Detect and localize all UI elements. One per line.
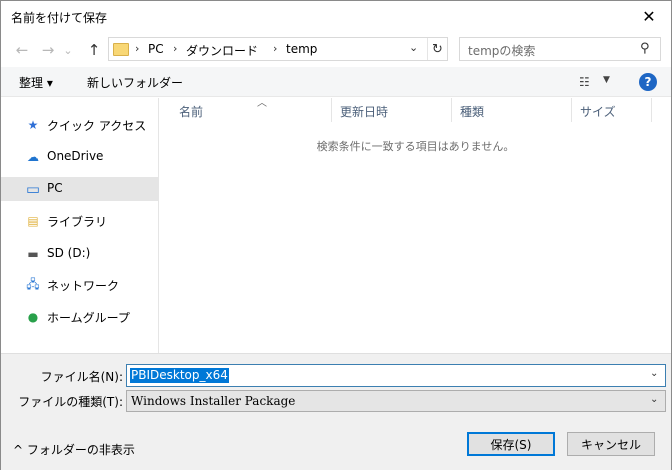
breadcrumb-downloads[interactable]: ダウンロード: [186, 42, 258, 59]
sidebar-item-quick-access[interactable]: ★ クイック アクセス: [1, 113, 158, 137]
computer-icon: ▭: [25, 180, 41, 198]
network-icon: 🖧: [26, 276, 40, 291]
breadcrumb-separator: ›: [135, 42, 140, 55]
view-options-icon[interactable]: ☷: [579, 75, 590, 89]
navigation-pane: ★ クイック アクセス ☁ OneDrive ▭ PC ▤ ライブラリ ▬ SD…: [1, 98, 159, 353]
star-icon: ★: [27, 118, 39, 132]
breadcrumb-temp[interactable]: temp: [286, 42, 317, 56]
help-icon[interactable]: ?: [639, 73, 657, 91]
breadcrumb-separator: ›: [273, 42, 278, 55]
column-header-label: 名前: [179, 105, 204, 119]
sidebar-item-label: PC: [47, 181, 63, 195]
address-dropdown-icon[interactable]: ⌄: [409, 41, 418, 54]
up-icon[interactable]: ↑: [83, 39, 105, 61]
column-header-label: 更新日時: [340, 105, 389, 119]
folder-icon: [113, 43, 129, 56]
sidebar-item-label: ネットワーク: [47, 279, 120, 293]
filename-field[interactable]: PBIDesktop_x64 ⌄: [126, 364, 666, 387]
column-header-name[interactable]: 名前 ︿: [171, 98, 332, 122]
sidebar-item-label: ホームグループ: [47, 311, 130, 325]
cloud-icon: ☁: [27, 150, 39, 164]
breadcrumb-separator: ›: [173, 42, 178, 55]
organize-button[interactable]: 整理 ▾: [19, 74, 53, 91]
column-header-label: 種類: [460, 105, 485, 119]
sidebar-item-label: OneDrive: [47, 149, 104, 163]
empty-message: 検索条件に一致する項目はありません。: [316, 140, 515, 153]
refresh-icon[interactable]: ↻: [427, 38, 447, 60]
sidebar-item-label: SD (D:): [47, 246, 91, 260]
column-header-type[interactable]: 種類: [452, 98, 572, 122]
sidebar-item-onedrive[interactable]: ☁ OneDrive: [1, 145, 158, 169]
hide-folders-button[interactable]: ^ フォルダーの非表示: [13, 441, 135, 458]
filename-value: PBIDesktop_x64: [130, 368, 229, 383]
filename-label: ファイル名(N):: [40, 370, 123, 384]
sort-ascending-icon: ︿: [257, 98, 267, 109]
close-icon[interactable]: ✕: [629, 3, 669, 29]
breadcrumb-pc[interactable]: PC: [148, 42, 164, 56]
filetype-select[interactable]: Windows Installer Package ⌄: [126, 390, 666, 412]
command-bar: 整理 ▾ 新しいフォルダー ☷ ▼ ?: [1, 67, 671, 97]
save-as-dialog: 名前を付けて保存 ✕ ← → ⌄ ↑ › PC › ダウンロード › temp …: [0, 0, 672, 470]
column-header-label: サイズ: [580, 105, 616, 119]
sidebar-item-sd-drive[interactable]: ▬ SD (D:): [1, 242, 158, 266]
filetype-label: ファイルの種類(T):: [18, 395, 123, 409]
library-icon: ▤: [27, 214, 39, 228]
sidebar-item-libraries[interactable]: ▤ ライブラリ: [1, 209, 158, 233]
homegroup-icon: ●: [27, 310, 39, 324]
sidebar-item-label: クイック アクセス: [47, 119, 147, 133]
file-list[interactable]: 名前 ︿ 更新日時 種類 サイズ 検索条件に一致する項目はありません。: [160, 98, 671, 353]
column-header-modified[interactable]: 更新日時: [332, 98, 452, 122]
drive-icon: ▬: [27, 247, 39, 261]
sidebar-item-network[interactable]: 🖧 ネットワーク: [1, 273, 158, 297]
title-bar: 名前を付けて保存 ✕: [1, 1, 671, 31]
sidebar-item-pc[interactable]: ▭ PC: [1, 177, 158, 201]
cancel-button[interactable]: キャンセル: [567, 432, 655, 456]
save-options-panel: ファイル名(N): PBIDesktop_x64 ⌄ ファイルの種類(T): W…: [1, 353, 671, 470]
back-icon[interactable]: ←: [11, 39, 33, 61]
view-dropdown-icon[interactable]: ▼: [603, 75, 610, 85]
sidebar-item-label: ライブラリ: [47, 215, 108, 229]
window-title: 名前を付けて保存: [11, 11, 108, 25]
recent-locations-icon[interactable]: ⌄: [61, 39, 75, 61]
search-icon[interactable]: ⚲: [640, 41, 650, 56]
search-input[interactable]: tempの検索 ⚲: [459, 37, 661, 61]
column-header-size[interactable]: サイズ: [572, 98, 652, 122]
sidebar-item-homegroup[interactable]: ● ホームグループ: [1, 305, 158, 329]
filetype-value: Windows Installer Package: [131, 394, 296, 408]
address-bar[interactable]: › PC › ダウンロード › temp ⌄ ↻: [108, 37, 448, 61]
filetype-dropdown-icon[interactable]: ⌄: [650, 394, 658, 405]
forward-icon[interactable]: →: [37, 39, 59, 61]
save-button[interactable]: 保存(S): [467, 432, 555, 456]
new-folder-button[interactable]: 新しいフォルダー: [87, 74, 183, 91]
search-placeholder: tempの検索: [468, 44, 536, 58]
filename-dropdown-icon[interactable]: ⌄: [650, 368, 658, 379]
